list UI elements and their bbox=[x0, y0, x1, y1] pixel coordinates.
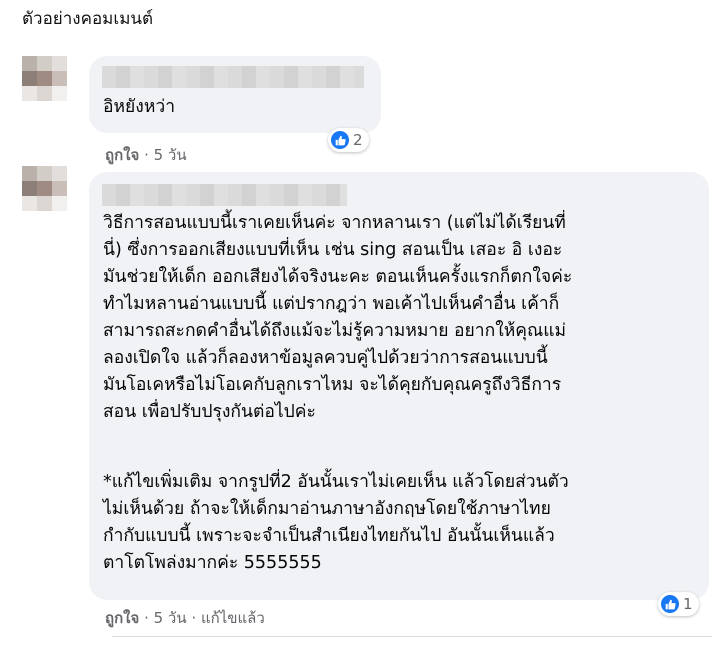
commenter-name-redacted[interactable] bbox=[102, 184, 347, 206]
edited-label[interactable]: แก้ไขแล้ว bbox=[201, 609, 265, 627]
commenter-name-redacted[interactable] bbox=[102, 66, 364, 88]
like-icon bbox=[661, 595, 679, 613]
meta-separator: · bbox=[144, 146, 154, 164]
avatar[interactable] bbox=[22, 166, 67, 211]
comment-text: วิธีการสอนแบบนี้เราเคยเห็นค่ะ จากหลานเรา… bbox=[103, 213, 573, 422]
comment-bubble: อิหยังหว่า bbox=[89, 56, 381, 133]
like-button[interactable]: ถูกใจ bbox=[105, 146, 139, 164]
meta-separator: · bbox=[191, 609, 201, 627]
comment-time[interactable]: 5 วัน bbox=[154, 146, 187, 164]
meta-separator: · bbox=[144, 609, 154, 627]
reaction-count: 2 bbox=[353, 131, 363, 149]
comment-meta: ถูกใจ · 5 วัน · แก้ไขแล้ว bbox=[105, 609, 265, 627]
comment-time[interactable]: 5 วัน bbox=[154, 609, 187, 627]
page-heading: ตัวอย่างคอมเมนต์ bbox=[22, 9, 154, 29]
comment-bubble: วิธีการสอนแบบนี้เราเคยเห็นค่ะ จากหลานเรา… bbox=[89, 172, 709, 600]
reaction-count-badge[interactable]: 2 bbox=[328, 128, 369, 152]
reaction-count-badge[interactable]: 1 bbox=[658, 592, 699, 616]
like-icon bbox=[331, 131, 349, 149]
comment-meta: ถูกใจ · 5 วัน bbox=[105, 146, 187, 164]
like-button[interactable]: ถูกใจ bbox=[105, 609, 139, 627]
reaction-count: 1 bbox=[683, 595, 693, 613]
comment-text: อิหยังหว่า bbox=[103, 97, 176, 117]
avatar[interactable] bbox=[22, 56, 67, 101]
divider bbox=[112, 636, 712, 637]
comment-text-edit-note: *แก้ไขเพิ่มเติม จากรูปที่2 อันนั้นเราไม่… bbox=[103, 472, 569, 573]
